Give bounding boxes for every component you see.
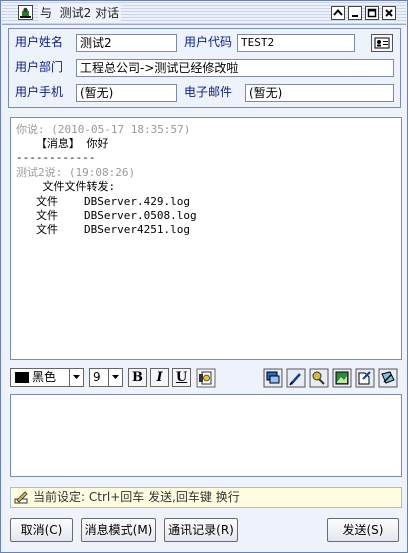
message-body: 文件文件转发: xyxy=(16,180,116,193)
user-code-label: 用户代码 xyxy=(184,35,233,49)
file-kind: 文件 xyxy=(36,209,58,222)
insert-emoticon-button[interactable] xyxy=(196,368,216,388)
message-separator: ------------ xyxy=(16,151,96,164)
status-bar: 当前设定: Ctrl+回车 发送,回车键 换行 xyxy=(10,487,402,508)
send-image-button[interactable] xyxy=(332,368,352,388)
mobile-field[interactable]: (暂无) xyxy=(76,84,177,102)
send-button[interactable]: 发送(S) xyxy=(327,518,399,542)
file-link[interactable]: DBServer4251.log xyxy=(84,223,190,236)
remote-assist-icon xyxy=(378,368,398,388)
user-name-label: 用户姓名 xyxy=(15,35,64,49)
maximize-button[interactable] xyxy=(365,6,379,20)
file-link[interactable]: DBServer.0508.log xyxy=(84,209,197,222)
message-mode-button[interactable]: 消息模式(M) xyxy=(81,518,156,542)
user-card-button[interactable] xyxy=(371,34,393,52)
file-transfer-icon xyxy=(355,368,375,388)
chevron-down-icon[interactable] xyxy=(108,369,122,386)
image-icon xyxy=(332,368,352,388)
department-label: 用户部门 xyxy=(15,60,64,74)
message-input[interactable] xyxy=(10,394,402,477)
user-info-panel: 用户姓名 测试2 用户代码 TEST2 用户部门 工程总公司->测试已经修改啦 … xyxy=(8,28,401,108)
italic-button[interactable]: I xyxy=(150,368,169,387)
pen-icon xyxy=(286,368,306,388)
close-button[interactable] xyxy=(382,6,396,20)
file-link[interactable]: DBServer.429.log xyxy=(84,195,190,208)
app-icon xyxy=(18,5,33,20)
pen-tool-button[interactable] xyxy=(286,368,306,388)
title-bar[interactable]: 与 测试2 对话 xyxy=(2,2,406,25)
user-code-field[interactable]: TEST2 xyxy=(237,34,355,52)
chat-window: 与 测试2 对话 用户姓名 测试2 用户代码 TEST2 用户部门 工程总公司-… xyxy=(0,0,408,553)
color-swatch xyxy=(15,372,29,383)
bold-button[interactable]: B xyxy=(128,368,147,387)
emoticon-icon xyxy=(196,368,216,388)
format-toolbar: 黑色 9 B I U xyxy=(10,367,402,389)
roll-up-button[interactable] xyxy=(331,6,345,20)
send-file-button[interactable] xyxy=(355,368,375,388)
contact-card-icon xyxy=(374,37,390,49)
history-button[interactable]: 通讯记录(R) xyxy=(164,518,238,542)
chevron-down-icon[interactable] xyxy=(69,369,83,386)
font-color-select[interactable]: 黑色 xyxy=(10,368,84,387)
remote-assist-button[interactable] xyxy=(378,368,398,388)
window-title: 与 测试2 对话 xyxy=(38,5,122,21)
voice-button[interactable] xyxy=(309,368,329,388)
font-color-label: 黑色 xyxy=(32,370,57,384)
message-header: 测试2说: (19:08:26) xyxy=(16,166,136,179)
status-text: 当前设定: Ctrl+回车 发送,回车键 换行 xyxy=(33,490,240,504)
font-size-select[interactable]: 9 xyxy=(89,368,123,387)
department-field[interactable]: 工程总公司->测试已经修改啦 xyxy=(76,59,394,77)
underline-button[interactable]: U xyxy=(172,368,191,387)
message-body: 【消息】 你好 xyxy=(16,137,109,150)
mobile-label: 用户手机 xyxy=(15,85,64,99)
message-header: 你说: (2010-05-17 18:35:57) xyxy=(16,123,191,136)
file-kind: 文件 xyxy=(36,195,58,208)
screen-capture-button[interactable] xyxy=(263,368,283,388)
screenshot-icon xyxy=(263,368,283,388)
pencil-icon xyxy=(14,490,29,508)
minimize-button[interactable] xyxy=(348,6,362,20)
user-name-field[interactable]: 测试2 xyxy=(76,34,177,52)
chat-history[interactable]: 你说: (2010-05-17 18:35:57) 【消息】 你好 ------… xyxy=(10,117,402,360)
email-label: 电子邮件 xyxy=(184,85,233,99)
email-field[interactable]: (暂无) xyxy=(245,84,394,102)
microphone-icon xyxy=(309,368,329,388)
cancel-button[interactable]: 取消(C) xyxy=(10,518,73,542)
font-size-value: 9 xyxy=(93,370,101,384)
file-kind: 文件 xyxy=(36,223,58,236)
